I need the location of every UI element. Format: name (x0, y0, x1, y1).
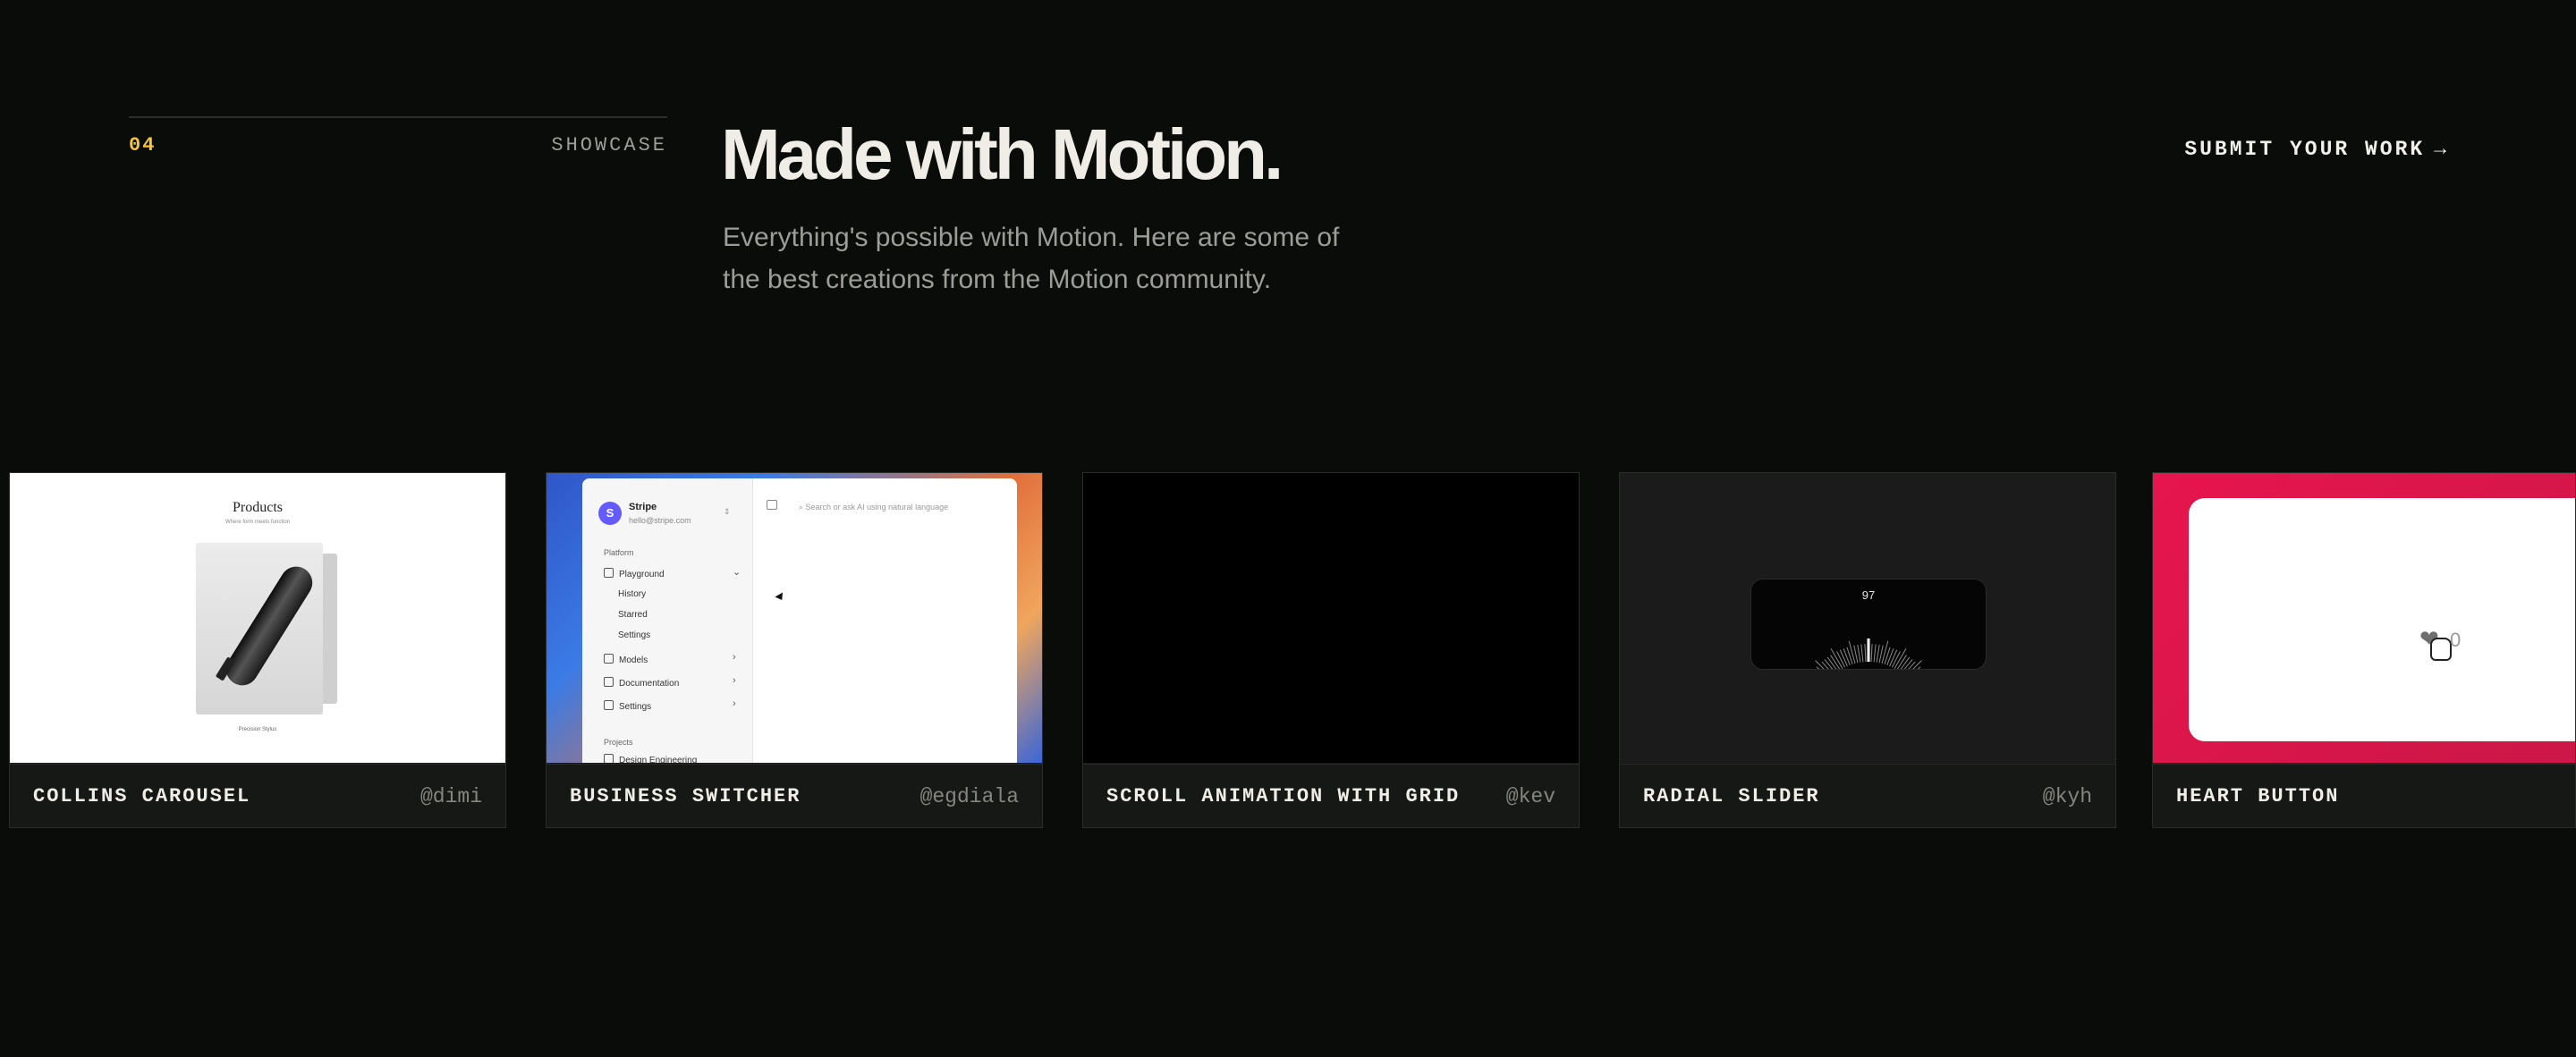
slider-tick (1839, 649, 1848, 667)
documentation-icon (604, 677, 614, 687)
sidebar-item-label: Design Engineering (619, 756, 698, 763)
sidebar-item-documentation: Documentation (604, 677, 679, 689)
preview-panel: ❤ 0 (2189, 498, 2575, 741)
slider-tick (1864, 644, 1867, 663)
card-title: SCROLL ANIMATION WITH GRID (1106, 785, 1461, 808)
brand-logo: S (598, 502, 622, 525)
project-icon (604, 754, 614, 763)
search-placeholder: Search or ask AI using natural language (805, 503, 949, 512)
sidebar-item-playground: Playground (604, 568, 665, 579)
panel-toggle-icon (767, 500, 777, 510)
showcase-card-collins-carousel[interactable]: Products Where form meets function Preci… (9, 472, 506, 828)
slider-tick (1857, 644, 1861, 663)
sidebar-item-history: History (618, 589, 647, 599)
card-preview: Products Where form meets function Preci… (10, 473, 505, 763)
sidebar-item-label: Models (619, 655, 648, 665)
card-caption: SCROLL ANIMATION WITH GRID @kev (1083, 764, 1579, 827)
section-divider (129, 116, 667, 118)
showcase-card-radial-slider[interactable]: 97 RADIAL SLIDER @kyh (1619, 472, 2116, 828)
card-preview (1083, 473, 1579, 763)
search-bar: ⌕ Search or ask AI using natural languag… (799, 496, 1013, 518)
chevron-right-icon: › (733, 652, 736, 663)
sidebar-item-label: Documentation (619, 679, 680, 689)
slider-tick (1873, 644, 1877, 663)
card-title: HEART BUTTON (2176, 785, 2340, 808)
heart-count: 0 (2450, 629, 2462, 651)
preview-subheading: Where form meets function (225, 520, 291, 525)
app-window: S Stripe hello@stripe.com ⇕ Platform Pla… (582, 478, 1017, 763)
models-icon (604, 654, 614, 664)
app-sidebar: S Stripe hello@stripe.com ⇕ Platform Pla… (582, 478, 753, 763)
group-projects: Projects (604, 738, 633, 747)
search-icon: ⌕ (799, 503, 806, 512)
group-platform: Platform (604, 548, 634, 557)
slider-tick (1870, 644, 1873, 663)
slider-tick (1843, 648, 1851, 666)
slider-tick (1886, 648, 1894, 666)
preview-heading: Products (233, 500, 283, 515)
submit-work-label: SUBMIT YOUR WORK (2184, 138, 2426, 161)
section-label: SHOWCASE (551, 134, 667, 156)
chevron-right-icon: › (733, 698, 736, 709)
sidebar-item-starred: Starred (618, 610, 648, 620)
slider-ticks (1815, 638, 1922, 669)
brand-name: Stripe (629, 502, 657, 512)
slider-tick (1876, 644, 1880, 663)
submit-work-link[interactable]: SUBMIT YOUR WORK → (2184, 138, 2449, 161)
switcher-icon: ⇕ (724, 507, 731, 516)
section-number: 04 (129, 134, 157, 156)
preview-caption: Precision Stylus (238, 727, 277, 732)
radial-slider: 97 (1750, 579, 1987, 670)
card-preview: S Stripe hello@stripe.com ⇕ Platform Pla… (547, 473, 1042, 763)
product-image-edge (323, 554, 337, 704)
card-preview: 97 (1620, 473, 2115, 763)
chevron-right-icon: › (733, 675, 736, 686)
card-author[interactable]: @dimi (420, 785, 482, 808)
showcase-card-business-switcher[interactable]: S Stripe hello@stripe.com ⇕ Platform Pla… (546, 472, 1043, 828)
card-preview: ❤ 0 (2153, 473, 2575, 763)
sidebar-item-models: Models (604, 654, 648, 665)
arrow-right-icon: → (2434, 138, 2449, 161)
card-author[interactable]: @kev (1506, 785, 1555, 808)
playground-icon (604, 568, 614, 578)
chevron-down-icon: ⌄ (733, 567, 741, 578)
sidebar-item-label: Playground (619, 570, 665, 579)
card-title: BUSINESS SWITCHER (570, 785, 801, 808)
card-title: RADIAL SLIDER (1643, 785, 1820, 808)
slider-tick (1881, 640, 1889, 664)
card-caption: COLLINS CAROUSEL @dimi (10, 764, 505, 827)
section-description: Everything's possible with Motion. Here … (723, 223, 1340, 294)
showcase-card-scroll-animation[interactable]: SCROLL ANIMATION WITH GRID @kev (1082, 472, 1580, 828)
sidebar-item-project: Design Engineering (604, 754, 697, 763)
sidebar-item-settings: Settings (618, 630, 651, 640)
card-caption: HEART BUTTON (2153, 764, 2575, 827)
card-caption: RADIAL SLIDER @kyh (1620, 764, 2115, 827)
slider-tick (1848, 640, 1856, 664)
slider-tick (1889, 649, 1898, 667)
card-author[interactable]: @kyh (2043, 785, 2092, 808)
card-title: COLLINS CAROUSEL (33, 785, 251, 808)
brand-email: hello@stripe.com (629, 516, 691, 525)
page-title: Made with Motion. (721, 114, 1284, 194)
sidebar-item-label: Settings (619, 702, 652, 712)
pointer-hand-icon (2430, 638, 2452, 661)
sidebar-item-settings-main: Settings (604, 700, 651, 712)
card-caption: BUSINESS SWITCHER @egdiala (547, 764, 1042, 827)
card-author[interactable]: @egdiala (920, 785, 1019, 808)
settings-icon (604, 700, 614, 710)
showcase-card-heart-button[interactable]: ❤ 0 HEART BUTTON (2152, 472, 2576, 828)
slider-tick (1860, 644, 1864, 663)
